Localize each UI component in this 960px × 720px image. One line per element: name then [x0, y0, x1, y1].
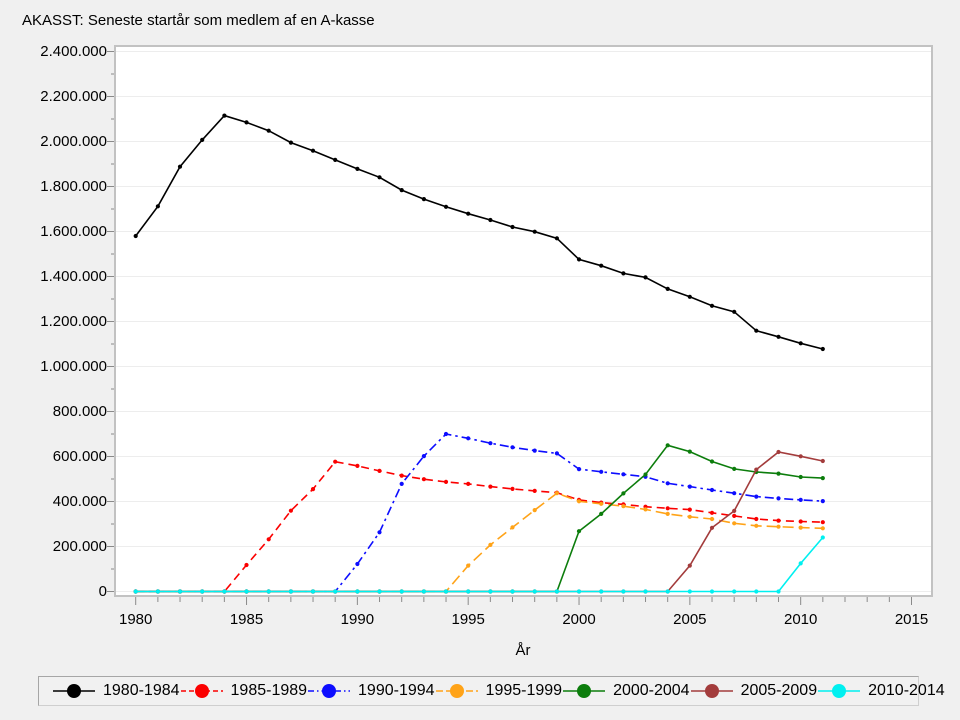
legend-label: 1995-1999: [486, 682, 563, 700]
y-tick-label: 1.800.000: [0, 178, 107, 196]
legend-label: 2005-2009: [741, 682, 818, 700]
legend-marker-icon: [180, 681, 224, 701]
legend-item-1980-1984: 1980-1984: [52, 681, 180, 701]
x-tick-label: 2015: [882, 611, 942, 629]
legend-item-1985-1989: 1985-1989: [180, 681, 308, 701]
x-tick-label: 1985: [217, 611, 277, 629]
y-tick-label: 1.600.000: [0, 223, 107, 241]
legend-item-1995-1999: 1995-1999: [435, 681, 563, 701]
x-tick-label: 1990: [327, 611, 387, 629]
legend-marker-icon: [52, 681, 96, 701]
legend-marker-icon: [307, 681, 351, 701]
x-tick-label: 2005: [660, 611, 720, 629]
chart-figure: AKASST: Seneste startår som medlem af en…: [0, 0, 960, 720]
legend-item-2000-2004: 2000-2004: [562, 681, 690, 701]
y-tick-label: 0: [0, 583, 107, 601]
chart-canvas: [0, 0, 960, 670]
legend-item-2010-2014: 2010-2014: [817, 681, 945, 701]
y-tick-label: 2.200.000: [0, 88, 107, 106]
legend-marker-icon: [817, 681, 861, 701]
legend-item-2005-2009: 2005-2009: [690, 681, 818, 701]
y-tick-label: 1.200.000: [0, 313, 107, 331]
y-tick-label: 800.000: [0, 403, 107, 421]
y-tick-label: 400.000: [0, 493, 107, 511]
legend-item-1990-1994: 1990-1994: [307, 681, 435, 701]
x-axis-title: År: [493, 642, 553, 659]
x-tick-label: 1995: [438, 611, 498, 629]
y-tick-label: 200.000: [0, 538, 107, 556]
legend-label: 1990-1994: [358, 682, 435, 700]
x-tick-label: 1980: [106, 611, 166, 629]
y-tick-label: 2.400.000: [0, 43, 107, 61]
y-tick-label: 600.000: [0, 448, 107, 466]
y-tick-label: 1.000.000: [0, 358, 107, 376]
x-tick-label: 2000: [549, 611, 609, 629]
legend: 1980-1984 1985-1989 1990-1994 1995-1999 2000…: [38, 676, 919, 706]
legend-marker-icon: [562, 681, 606, 701]
legend-marker-icon: [435, 681, 479, 701]
legend-label: 1980-1984: [103, 682, 180, 700]
y-tick-label: 2.000.000: [0, 133, 107, 151]
legend-label: 2010-2014: [868, 682, 945, 700]
legend-label: 2000-2004: [613, 682, 690, 700]
legend-marker-icon: [690, 681, 734, 701]
y-tick-label: 1.400.000: [0, 268, 107, 286]
x-tick-label: 2010: [771, 611, 831, 629]
legend-label: 1985-1989: [231, 682, 308, 700]
